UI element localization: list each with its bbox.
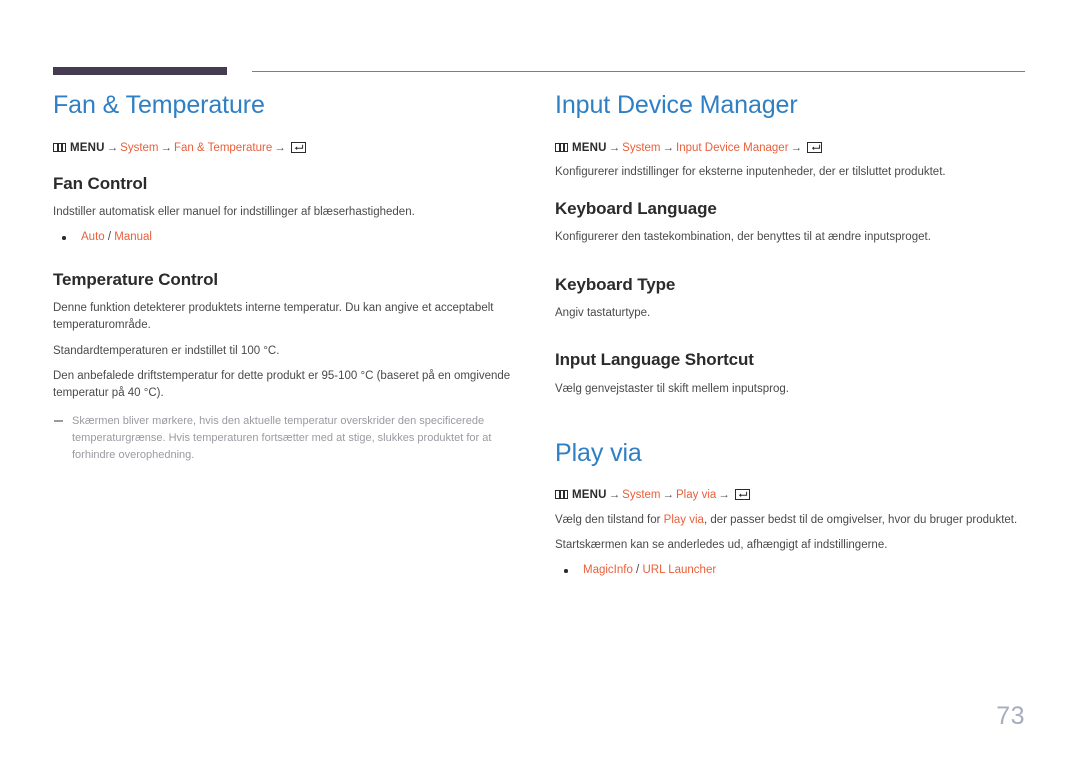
section-paragraph-keyboard-language: Konfigurerer den tastekombination, der b… <box>555 231 931 244</box>
temperature-paragraph-3: Den anbefalede driftstemperatur for dett… <box>53 369 511 400</box>
play-via-paragraph-1-before: Vælg den tilstand for <box>555 513 664 526</box>
path-arrow: → <box>662 489 675 502</box>
menu-grid-icon <box>53 142 66 152</box>
temperature-note: Skærmen bliver mørkere, hvis den aktuell… <box>53 413 528 464</box>
menu-path-item-system: System <box>622 489 661 502</box>
section-heading-input-language-shortcut: Input Language Shortcut <box>555 350 754 370</box>
temperature-paragraph-1: Denne funktion detekterer produktets int… <box>53 302 494 332</box>
option-url-launcher: URL Launcher <box>642 564 717 577</box>
page-title-fan-temperature: Fan & Temperature <box>53 91 265 119</box>
section-heading-temperature-control: Temperature Control <box>53 269 218 289</box>
page-title-play-via: Play via <box>555 438 642 467</box>
header-rule-line <box>252 71 1025 72</box>
option-manual: Manual <box>114 231 152 244</box>
option-auto: Auto <box>81 231 105 244</box>
bullet-list-play-via: MagicInfo / URL Launcher <box>555 562 1025 579</box>
bullet-list-fan-control: Auto / Manual <box>53 229 528 246</box>
path-arrow: → <box>160 141 173 154</box>
menu-path-item-play-via: Play via <box>676 489 717 502</box>
menu-label: MENU <box>572 489 607 502</box>
enter-key-icon <box>807 141 823 153</box>
page-title-input-device-manager: Input Device Manager <box>555 91 798 119</box>
path-arrow: → <box>662 141 675 154</box>
menu-path-item-system: System <box>622 141 661 154</box>
menu-path-fan-temperature: MENU → System → Fan & Temperature → <box>53 140 528 157</box>
menu-path-item-fan-temperature: Fan & Temperature <box>174 141 273 154</box>
section-paragraph-keyboard-type: Angiv tastaturtype. <box>555 307 651 320</box>
menu-path-item-input-device-manager: Input Device Manager <box>676 141 789 154</box>
menu-label: MENU <box>572 141 607 154</box>
section-heading-keyboard-type: Keyboard Type <box>555 274 676 294</box>
play-via-paragraph-1: Vælg den tilstand for Play via, der pass… <box>555 512 1025 529</box>
path-arrow: → <box>608 141 621 154</box>
right-column: Input Device Manager MENU → System → Input D… <box>555 91 1025 582</box>
list-item: MagicInfo / URL Launcher <box>555 562 1025 579</box>
path-arrow: → <box>274 141 286 154</box>
menu-grid-icon <box>555 490 568 500</box>
page-number: 73 <box>996 702 1025 730</box>
path-arrow: → <box>790 141 803 154</box>
section-paragraph-fan-control: Indstiller automatisk eller manuel for i… <box>53 206 415 219</box>
left-column: Fan & Temperature MENU → System → Fan & Temp… <box>53 91 528 464</box>
option-magicinfo: MagicInfo <box>583 564 633 577</box>
menu-path-play-via: MENU → System → Play via → <box>555 487 1025 504</box>
play-via-paragraph-2: Startskærmen kan se anderledes ud, afhæn… <box>555 538 888 551</box>
section-heading-fan-control: Fan Control <box>53 173 148 193</box>
temperature-paragraph-2: Standardtemperaturen er indstillet til 1… <box>53 344 280 357</box>
option-separator: / <box>104 231 115 244</box>
input-device-manager-intro: Konfigurerer indstillinger for eksterne … <box>555 165 946 178</box>
document-page: Fan & Temperature MENU → System → Fan & Temp… <box>0 0 1080 763</box>
option-separator: / <box>632 564 643 577</box>
path-arrow: → <box>106 141 119 154</box>
menu-path-input-device-manager: MENU → System → Input Device Manager → <box>555 140 1025 157</box>
menu-label: MENU <box>70 141 105 154</box>
menu-path-item-system: System <box>120 141 159 154</box>
enter-key-icon <box>290 141 306 153</box>
path-arrow: → <box>718 489 730 502</box>
play-via-inline-link: Play via <box>663 513 704 526</box>
enter-key-icon <box>734 489 750 501</box>
play-via-paragraph-1-after: , der passer bedst til de omgivelser, hv… <box>703 513 1018 526</box>
menu-grid-icon <box>555 142 568 152</box>
path-arrow: → <box>608 489 621 502</box>
list-item: Auto / Manual <box>53 229 528 246</box>
section-heading-keyboard-language: Keyboard Language <box>555 199 717 218</box>
section-paragraph-input-language-shortcut: Vælg genvejstaster til skift mellem inpu… <box>555 382 789 395</box>
header-rule-bar <box>53 67 227 75</box>
header-rule <box>53 66 1025 76</box>
